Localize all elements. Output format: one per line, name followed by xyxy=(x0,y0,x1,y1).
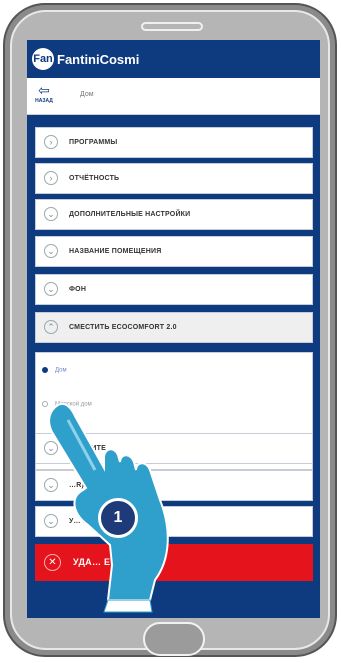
option-label: Дом xyxy=(55,367,67,374)
chevron-down-icon: ⌄ xyxy=(44,478,58,492)
menu-item-hidden[interactable]: ⌄ …R) xyxy=(35,470,313,501)
option-home[interactable]: Дом xyxy=(42,367,67,374)
phone-home-button[interactable] xyxy=(143,622,205,656)
menu-item-label: НАЗВАНИЕ ПОМЕЩЕНИЯ xyxy=(69,248,162,255)
phone-speaker xyxy=(141,22,203,31)
menu-item-share[interactable]: ⌄ …ДЕЛИТЕ xyxy=(35,433,313,464)
menu-item-room-name[interactable]: ⌄ НАЗВАНИЕ ПОМЕЩЕНИЯ xyxy=(35,236,313,267)
menu-item-label: ПРОГРАММЫ xyxy=(69,139,118,146)
brand-name: FantiniCosmi xyxy=(57,52,140,67)
chevron-down-icon: ⌄ xyxy=(44,244,58,258)
chevron-down-icon: ⌄ xyxy=(44,282,58,296)
navigation-bar: ⇦ НАЗАД Дом xyxy=(27,78,320,115)
menu-item-move-ecocomfort[interactable]: ⌃ СМЕСТИТЬ ECOCOMFORT 2.0 xyxy=(35,312,313,343)
chevron-down-icon: ⌄ xyxy=(44,207,58,221)
chevron-right-icon: › xyxy=(44,135,58,149)
menu-item-background[interactable]: ⌄ ФОН xyxy=(35,274,313,305)
menu-item-label: …R) xyxy=(69,482,84,489)
app-header: Fan FantiniCosmi xyxy=(27,40,320,78)
chevron-down-icon: ⌄ xyxy=(44,514,58,528)
menu-item-label: ДОПОЛНИТЕЛЬНЫЕ НАСТРОЙКИ xyxy=(69,211,191,218)
chevron-up-icon: ⌃ xyxy=(44,320,58,334)
brand-logo: Fan xyxy=(32,48,54,70)
menu-item-label: …ДЕЛИТЕ xyxy=(69,445,106,452)
option-sea-home[interactable]: Морской дом xyxy=(42,401,92,408)
menu-item-remove-ecocomfort[interactable]: ⌄ У… ECOCOMFORT 2.0 xyxy=(35,506,313,537)
step-number-badge: 1 xyxy=(98,498,138,538)
breadcrumb: Дом xyxy=(80,91,94,98)
delete-fan-button[interactable]: ✕ УДА… ЕНТИЛЯТОР xyxy=(35,544,313,581)
menu-item-label: ФОН xyxy=(69,286,87,293)
chevron-right-icon: › xyxy=(44,171,58,185)
menu-item-reports[interactable]: › ОТЧЁТНОСТЬ xyxy=(35,163,313,194)
menu-item-label: СМЕСТИТЬ ECOCOMFORT 2.0 xyxy=(69,324,177,331)
back-button[interactable]: ⇦ НАЗАД xyxy=(30,80,58,112)
menu-item-label: ОТЧЁТНОСТЬ xyxy=(69,175,120,182)
radio-selected-icon xyxy=(42,367,48,373)
close-icon: ✕ xyxy=(44,554,61,571)
menu-item-programs[interactable]: › ПРОГРАММЫ xyxy=(35,127,313,158)
radio-unselected-icon xyxy=(42,401,48,407)
chevron-down-icon: ⌄ xyxy=(44,441,58,455)
back-arrow-icon: ⇦ xyxy=(38,82,50,98)
menu-item-advanced-settings[interactable]: ⌄ ДОПОЛНИТЕЛЬНЫЕ НАСТРОЙКИ xyxy=(35,199,313,230)
option-label: Морской дом xyxy=(55,401,92,408)
back-button-label: НАЗАД xyxy=(35,98,53,104)
delete-fan-label: УДА… ЕНТИЛЯТОР xyxy=(73,557,163,567)
app-screen: Fan FantiniCosmi ⇦ НАЗАД Дом › ПРОГРАММЫ… xyxy=(27,40,320,618)
